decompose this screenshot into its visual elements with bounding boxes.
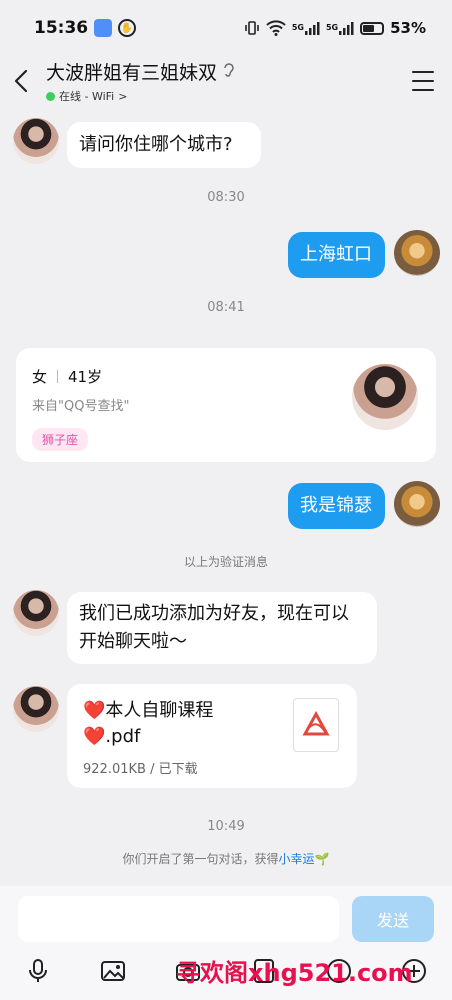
sprout-icon: 🌱 — [314, 852, 330, 866]
message-bubble-incoming[interactable]: 请问你住哪个城市? — [67, 122, 261, 168]
presence-status: 在线 - WiFi — [59, 90, 115, 103]
verify-note: 以上为验证消息 — [183, 555, 268, 569]
chevron-right-icon: > — [118, 89, 128, 103]
file-name-part1: 本人自聊课程 — [105, 700, 214, 721]
file-name-part2: .pdf — [105, 726, 141, 747]
wifi-icon — [266, 20, 286, 36]
weather-icon — [94, 19, 113, 37]
first-talk-note: 你们开启了第一句对话，获得小幸运🌱 — [0, 850, 452, 867]
menu-button[interactable] — [412, 71, 434, 91]
contact-avatar[interactable] — [13, 686, 59, 732]
profile-photo — [352, 364, 418, 430]
back-button[interactable] — [14, 66, 36, 96]
contact-avatar[interactable] — [13, 590, 59, 636]
chat-header: 大波胖姐有三姐妹双 在线 - WiFi > — [0, 56, 452, 106]
image-button[interactable] — [99, 957, 127, 985]
contact-avatar[interactable] — [13, 118, 59, 164]
my-avatar[interactable] — [394, 481, 440, 527]
timestamp: 08:30 — [207, 190, 245, 205]
message-input[interactable] — [18, 896, 339, 942]
microphone-icon — [29, 959, 47, 982]
timestamp: 10:49 — [207, 819, 245, 834]
file-message[interactable]: ❤️本人自聊课程 ❤️.pdf 922.01KB / 已下载 — [67, 684, 357, 788]
network-label-1: 5G — [291, 23, 304, 32]
watermark-text: 寻欢阁xhg521.com — [176, 959, 413, 987]
file-name: ❤️本人自聊课程 ❤️.pdf — [83, 698, 273, 750]
signal-icon-1: 5G — [292, 20, 320, 36]
profile-card[interactable]: 女 41岁 来自"QQ号查找" 狮子座 — [16, 348, 436, 462]
menu-line — [412, 89, 434, 91]
online-dot — [46, 91, 55, 101]
hand-icon: ✋ — [118, 19, 137, 37]
image-icon — [101, 961, 126, 981]
profile-gender: 女 — [32, 368, 48, 386]
message-bubble-outgoing[interactable]: 上海虹口 — [288, 232, 385, 278]
signal-icon-2: 5G — [326, 20, 354, 36]
voice-button[interactable] — [24, 957, 52, 985]
lucky-link[interactable]: 小幸运 — [279, 852, 315, 866]
pdf-file-icon — [293, 698, 339, 752]
status-bar: 15:36 ✋ 5G 5G 53% — [0, 0, 452, 56]
heart-icon: ❤️ — [83, 700, 106, 721]
first-talk-text: 你们开启了第一句对话，获得 — [122, 852, 279, 866]
zodiac-tag: 狮子座 — [32, 428, 89, 451]
clock: 15:36 — [34, 18, 89, 38]
send-button[interactable]: 发送 — [352, 896, 434, 942]
heart-icon: ❤️ — [83, 726, 106, 747]
vibrate-icon — [244, 20, 260, 36]
divider — [57, 370, 59, 383]
ear-icon — [223, 62, 235, 82]
menu-line — [412, 71, 434, 73]
message-bubble-outgoing[interactable]: 我是锦瑟 — [288, 483, 385, 529]
file-meta: 922.01KB / 已下载 — [83, 762, 198, 777]
menu-line — [412, 80, 434, 82]
timestamp: 08:41 — [207, 300, 245, 315]
my-avatar[interactable] — [394, 230, 440, 276]
battery-icon — [360, 21, 385, 35]
message-bubble-incoming[interactable]: 我们已成功添加为好友，现在可以开始聊天啦～ — [67, 592, 377, 664]
chat-title-block[interactable]: 大波胖姐有三姐妹双 在线 - WiFi > — [46, 58, 235, 104]
chat-title: 大波胖姐有三姐妹双 — [46, 62, 218, 84]
battery-percent: 53% — [390, 19, 426, 37]
network-label-2: 5G — [325, 23, 339, 32]
profile-age: 41岁 — [68, 368, 103, 386]
chevron-left-icon — [14, 69, 28, 93]
